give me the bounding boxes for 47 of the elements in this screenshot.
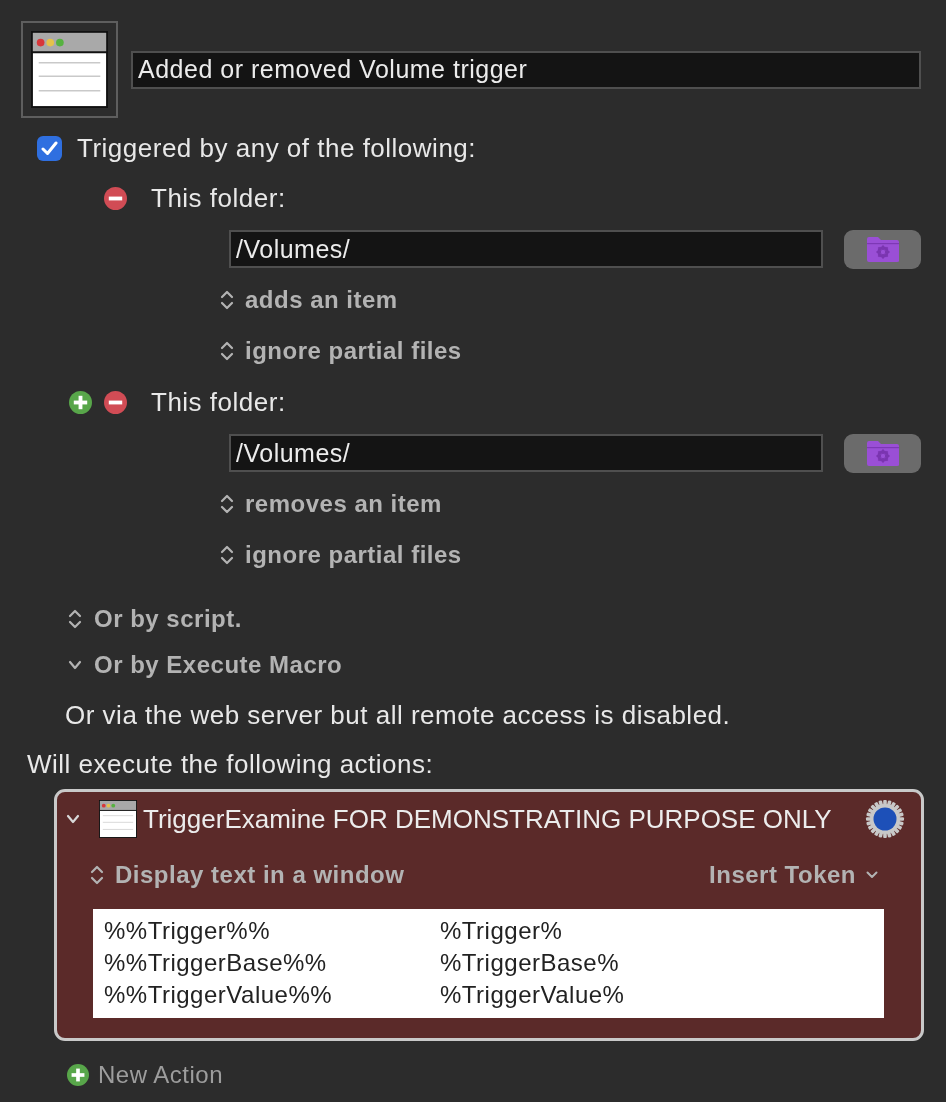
token-text: %%TriggerBase%%: [104, 948, 327, 978]
event-popup-button[interactable]: removes an item: [220, 490, 442, 518]
actions-heading: Will execute the following actions:: [27, 748, 434, 780]
up-down-chevron-icon: [220, 493, 234, 515]
trigger-popup-button[interactable]: Or by script.: [68, 605, 242, 633]
insert-token-menu-button[interactable]: Insert Token: [709, 861, 878, 889]
event-popup-button[interactable]: adds an item: [220, 286, 398, 314]
token-text: %%Trigger%%: [104, 916, 270, 946]
token-text: %Trigger%: [440, 916, 563, 946]
folder-path-field[interactable]: /Volumes/: [229, 230, 823, 268]
web-server-note: Or via the web server but all remote access is disabled.: [65, 699, 731, 731]
folder-path-field[interactable]: /Volumes/: [229, 434, 823, 472]
option-popup-button[interactable]: ignore partial files: [220, 541, 462, 569]
text-field[interactable]: %%Trigger%% %Trigger% %%TriggerBase%% %TriggerBase% %%TriggerValue%% %TriggerValue%: [93, 909, 884, 1018]
up-down-chevron-icon: [220, 289, 234, 311]
minus-icon[interactable]: [104, 390, 127, 414]
caret-icon: [866, 871, 878, 879]
icon-well[interactable]: [21, 21, 118, 118]
choose-folder-button[interactable]: [844, 229, 921, 269]
up-down-chevron-icon: [68, 608, 82, 630]
folder-gear-icon: [865, 235, 900, 263]
option-popup-button[interactable]: ignore partial files: [220, 337, 462, 365]
up-down-chevron-icon: [220, 340, 234, 362]
plus-icon[interactable]: [69, 390, 92, 414]
up-down-chevron-icon: [220, 544, 234, 566]
new-action-button[interactable]: New Action: [67, 1055, 224, 1095]
token-text: %TriggerValue%: [440, 980, 625, 1010]
action-title: TriggerExamine FOR DEMONSTRATING PURPOSE ONLY: [143, 803, 832, 835]
plus-icon[interactable]: [67, 1064, 89, 1086]
choose-folder-button[interactable]: [844, 433, 921, 473]
macro-name-field[interactable]: Added or removed Volume trigger: [131, 50, 921, 89]
action-type-popup-button[interactable]: Display text in a window: [90, 861, 405, 889]
checkbox[interactable]: [37, 135, 62, 161]
folder-label: This folder:: [151, 182, 286, 214]
gear-icon: [865, 799, 905, 839]
up-down-chevron-icon: [90, 864, 104, 886]
folder-gear-icon: [865, 439, 900, 467]
window-icon: [31, 31, 108, 108]
window-icon: [99, 800, 137, 838]
trigger-group-label: Triggered by any of the following:: [77, 132, 477, 164]
token-text: %%TriggerValue%%: [104, 980, 333, 1010]
settings-button[interactable]: [865, 799, 905, 839]
token-text: %TriggerBase%: [440, 948, 619, 978]
chevron-down-icon[interactable]: [66, 812, 80, 826]
folder-label: This folder:: [151, 386, 286, 418]
trigger-disclosure-button[interactable]: Or by Execute Macro: [68, 651, 343, 679]
minus-icon[interactable]: [104, 186, 127, 210]
